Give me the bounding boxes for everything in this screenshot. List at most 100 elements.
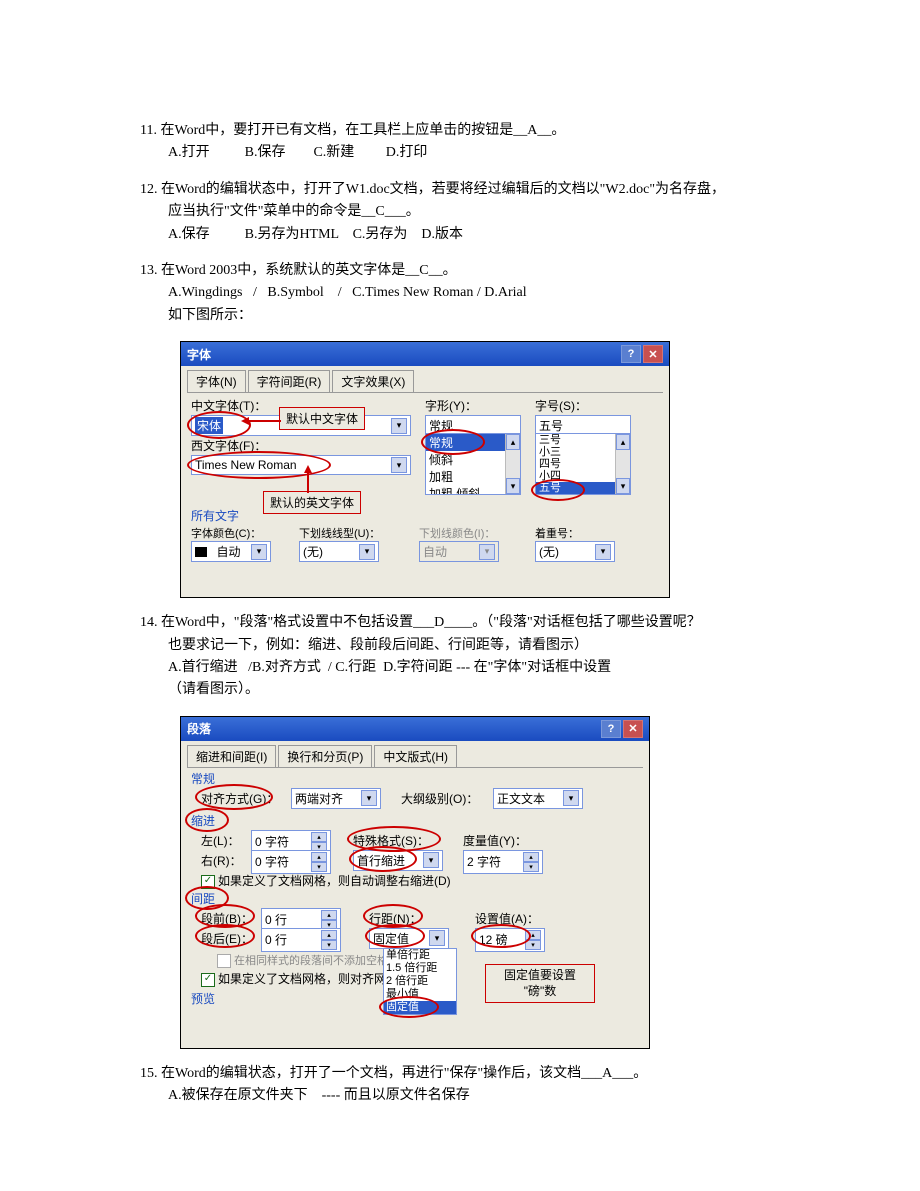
help-icon[interactable]: ?: [621, 345, 641, 363]
paragraph-dialog: 段落 ? ✕ 缩进和间距(I) 换行和分页(P) 中文版式(H) 常规 对齐方式…: [180, 716, 650, 1049]
dropdown-icon[interactable]: ▾: [423, 852, 439, 868]
size-value: 五号: [539, 417, 563, 434]
q14-num: 14.: [140, 615, 158, 630]
left-label: 左(L)：: [201, 832, 240, 849]
checkbox-icon[interactable]: ✓: [201, 875, 215, 889]
line-spacing-dropdown[interactable]: 单倍行距 1.5 倍行距 2 倍行距 最小值 固定值: [383, 948, 457, 1015]
q14-options: A.首行缩进 /B.对齐方式 / C.行距 D.字符间距 --- 在"字体"对话…: [168, 660, 611, 675]
para-dialog-titlebar: 段落 ? ✕: [181, 717, 649, 741]
after-label: 段后(E)：: [201, 930, 253, 947]
question-14: 14. 在Word中，"段落"格式设置中不包括设置___D____。（"段落"对…: [140, 612, 840, 702]
question-15: 15. 在Word的编辑状态，打开了一个文档，再进行"保存"操作后，该文档___…: [140, 1063, 840, 1108]
before-label: 段前(B)：: [201, 910, 253, 927]
size-listbox[interactable]: 三号 小三 四号 小四 五号 ▴▾: [535, 433, 631, 495]
dropdown-icon[interactable]: ▾: [429, 930, 445, 946]
para-dialog-title: 段落: [187, 720, 211, 737]
q12-num: 12.: [140, 182, 158, 197]
dropdown-icon[interactable]: ▾: [595, 544, 611, 560]
align-field[interactable]: 两端对齐▾: [291, 788, 381, 809]
after-field[interactable]: 0 行▴▾: [261, 928, 341, 952]
q13-line1: 在Word 2003中，系统默认的英文字体是__C__。: [161, 263, 457, 278]
question-11: 11. 在Word中，要打开已有文档，在工具栏上应单击的按钮是__A__。 A.…: [140, 120, 840, 165]
callout-fixed-value: 固定值要设置 "磅"数: [485, 964, 595, 1004]
tab-text-effect[interactable]: 文字效果(X): [332, 370, 414, 392]
q13-num: 13.: [140, 263, 158, 278]
dd-item-0[interactable]: 单倍行距: [384, 949, 456, 962]
dropdown-icon[interactable]: ▾: [251, 544, 267, 560]
q11-text: 在Word中，要打开已有文档，在工具栏上应单击的按钮是__A__。: [160, 123, 565, 138]
special-label: 特殊格式(S)：: [353, 832, 429, 849]
sec-indent: 缩进: [191, 812, 215, 829]
q13-options: A.Wingdings / B.Symbol / C.Times New Rom…: [168, 285, 527, 300]
style-value: 常规: [429, 417, 453, 434]
q14-note: （请看图示）。: [168, 682, 259, 697]
right-label: 右(R)：: [201, 852, 242, 869]
q14-line2: 也要求记一下，例如：缩进、段前段后间距、行间距等，请看图示）: [168, 638, 588, 653]
tab-indent-spacing[interactable]: 缩进和间距(I): [187, 745, 276, 767]
measure-label: 度量值(Y)：: [463, 832, 527, 849]
style-listbox[interactable]: 常规 倾斜 加粗 加粗 倾斜 ▴▾: [425, 433, 521, 495]
para-tabs: 缩进和间距(I) 换行和分页(P) 中文版式(H): [181, 741, 649, 767]
set-field[interactable]: 12 磅▴▾: [475, 928, 545, 952]
set-label: 设置值(A)：: [475, 910, 539, 927]
sec-spacing: 间距: [191, 890, 215, 907]
tab-char-spacing[interactable]: 字符间距(R): [248, 370, 331, 392]
q15-num: 15.: [140, 1066, 158, 1081]
close-icon[interactable]: ✕: [643, 345, 663, 363]
chk1-label: 如果定义了文档网格，则自动调整右缩进(D): [218, 874, 451, 888]
font-dialog: 字体 ? ✕ 字体(N) 字符间距(R) 文字效果(X) 中文字体(T)： 宋体…: [180, 341, 670, 598]
size-label: 字号(S)：: [535, 397, 587, 414]
font-dialog-body: 中文字体(T)： 宋体 ▾ 西文字体(F)： Times New Roman ▾…: [187, 392, 663, 591]
q15-text: 在Word的编辑状态，打开了一个文档，再进行"保存"操作后，该文档___A___…: [161, 1066, 647, 1081]
special-field[interactable]: 首行缩进▾: [353, 850, 443, 871]
callout-cn-font: 默认中文字体: [279, 407, 365, 430]
checkbox-icon: [217, 954, 231, 968]
color-field[interactable]: 自动▾: [191, 541, 271, 562]
ustyle-field[interactable]: (无)▾: [299, 541, 379, 562]
font-dialog-titlebar: 字体 ? ✕: [181, 342, 669, 366]
chk2-label: 如果定义了文档网格，则对齐网: [218, 972, 386, 986]
emph-field[interactable]: (无)▾: [535, 541, 615, 562]
color-label: 字体颜色(C)：: [191, 525, 261, 541]
tab-font[interactable]: 字体(N): [187, 370, 246, 392]
dd-item-1[interactable]: 1.5 倍行距: [384, 962, 456, 975]
page: 11. 在Word中，要打开已有文档，在工具栏上应单击的按钮是__A__。 A.…: [0, 0, 920, 1181]
dd-item-2[interactable]: 2 倍行距: [384, 975, 456, 988]
emph-label: 着重号：: [535, 525, 579, 541]
dd-item-4[interactable]: 固定值: [384, 1001, 456, 1014]
tab-cn-layout[interactable]: 中文版式(H): [374, 745, 457, 767]
dropdown-icon[interactable]: ▾: [359, 544, 375, 560]
dropdown-icon[interactable]: ▾: [563, 790, 579, 806]
tab-line-page[interactable]: 换行和分页(P): [278, 745, 372, 767]
en-font-value: Times New Roman: [195, 458, 297, 472]
all-text-label: 所有文字: [191, 507, 239, 524]
ucolor-label: 下划线颜色(I)：: [419, 525, 495, 541]
font-dialog-title: 字体: [187, 346, 211, 363]
q13-note: 如下图所示：: [168, 308, 252, 323]
ucolor-field: 自动▾: [419, 541, 499, 562]
dropdown-icon[interactable]: ▾: [391, 457, 407, 473]
line-field[interactable]: 固定值▾: [369, 928, 449, 949]
q12-line1: 在Word的编辑状态中，打开了W1.doc文档，若要将经过编辑后的文档以"W2.…: [161, 182, 725, 197]
dropdown-icon[interactable]: ▾: [361, 790, 377, 806]
close-icon[interactable]: ✕: [623, 720, 643, 738]
right-field[interactable]: 0 字符▴▾: [251, 850, 331, 874]
preview-label: 预览: [191, 990, 215, 1007]
scrollbar[interactable]: ▴▾: [615, 434, 630, 494]
arrow-icon: [241, 417, 281, 427]
help-icon[interactable]: ?: [601, 720, 621, 738]
font-tabs: 字体(N) 字符间距(R) 文字效果(X): [181, 366, 669, 392]
scrollbar[interactable]: ▴▾: [505, 434, 520, 494]
measure-field[interactable]: 2 字符▴▾: [463, 850, 543, 874]
en-font-field[interactable]: Times New Roman ▾: [191, 455, 411, 475]
dd-item-3[interactable]: 最小值: [384, 988, 456, 1001]
q14-line1: 在Word中，"段落"格式设置中不包括设置___D____。（"段落"对话框包括…: [161, 615, 701, 630]
dropdown-icon[interactable]: ▾: [391, 418, 407, 434]
gray-note: 在相同样式的段落间不添加空格: [234, 955, 388, 967]
checkbox-icon[interactable]: ✓: [201, 973, 215, 987]
question-12: 12. 在Word的编辑状态中，打开了W1.doc文档，若要将经过编辑后的文档以…: [140, 179, 840, 246]
outline-field[interactable]: 正文文本▾: [493, 788, 583, 809]
q12-options: A.保存 B.另存为HTML C.另存为 D.版本: [168, 227, 463, 242]
q12-line2: 应当执行"文件"菜单中的命令是__C___。: [168, 204, 420, 219]
sec-general: 常规: [191, 770, 215, 787]
